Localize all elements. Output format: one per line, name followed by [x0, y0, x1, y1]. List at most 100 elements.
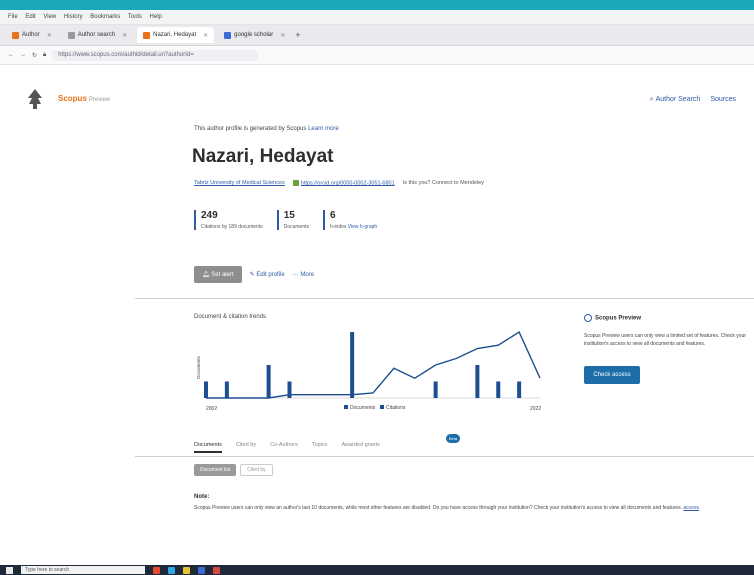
- documents-bar: [496, 381, 501, 398]
- menu-file[interactable]: File: [8, 14, 18, 20]
- menu-help[interactable]: Help: [150, 14, 162, 20]
- menu-bookmarks[interactable]: Bookmarks: [90, 14, 120, 20]
- profile-tabs: Documents Cited by Co-Authors Topics Awa…: [194, 442, 380, 453]
- app-icon[interactable]: [183, 566, 190, 574]
- link-label: Edit profile: [256, 272, 285, 278]
- orcid-icon: [292, 180, 299, 186]
- citations-line: [206, 330, 541, 399]
- forward-icon[interactable]: →: [20, 52, 26, 58]
- notice-text: This author profile is generated by Scop…: [194, 126, 307, 132]
- close-icon[interactable]: ✕: [203, 32, 208, 39]
- menu-tools[interactable]: Tools: [128, 14, 142, 20]
- tab-cited-by[interactable]: Cited by: [236, 442, 256, 453]
- lock-icon: 🔒︎: [43, 51, 47, 58]
- author-meta: Tabriz University of Medical Sciences ht…: [194, 180, 484, 186]
- menu-edit[interactable]: Edit: [25, 14, 35, 20]
- close-icon[interactable]: ✕: [122, 32, 127, 39]
- stat-label: Documents: [283, 224, 309, 230]
- tab-author-search[interactable]: Author search ✕: [62, 27, 133, 43]
- h-index-label: h-index: [330, 224, 347, 230]
- orcid-link[interactable]: https://orcid.org/0000-0002-3051-6801: [292, 180, 395, 187]
- sources-link[interactable]: Sources: [710, 96, 736, 104]
- scopus-icon: [12, 31, 19, 39]
- x-tick-end: 2022: [530, 406, 541, 412]
- pencil-icon: ✎: [249, 272, 255, 278]
- app-icon[interactable]: [153, 566, 160, 574]
- note-body: Scopus Preview users can only view an au…: [194, 504, 754, 513]
- edit-profile-link[interactable]: ✎ Edit profile: [250, 271, 285, 278]
- nav-label: Author Search: [655, 96, 701, 103]
- tab-author[interactable]: Author ✕: [6, 27, 58, 43]
- cited-by-toggle[interactable]: Cited by: [240, 464, 273, 476]
- note-heading: Note:: [194, 494, 210, 500]
- legend-documents-swatch: [344, 405, 348, 409]
- check-access-button[interactable]: Check access: [584, 366, 640, 384]
- beta-badge: Beta: [446, 434, 460, 443]
- tab-label: google scholar: [234, 32, 274, 38]
- tab-co-authors[interactable]: Co-Authors: [270, 442, 298, 453]
- documents-stat[interactable]: 15 Documents: [276, 210, 309, 230]
- tab-topics[interactable]: Topics: [312, 442, 328, 453]
- menu-history[interactable]: History: [64, 14, 83, 20]
- app-icon[interactable]: [198, 566, 205, 574]
- info-icon: [584, 314, 592, 322]
- tabs-divider: [135, 456, 754, 457]
- browser-window: File Edit View History Bookmarks Tools H…: [0, 10, 754, 565]
- citations-stat[interactable]: 249 Citations by 189 documents: [194, 210, 263, 230]
- x-tick-start: 2002: [206, 406, 217, 412]
- close-icon[interactable]: ✕: [47, 32, 52, 39]
- tab-strip: Author ✕ Author search ✕ Nazari, Hedayat…: [0, 25, 754, 46]
- learn-more-link[interactable]: Learn more: [308, 126, 339, 132]
- taskbar: Type here to search: [0, 565, 754, 575]
- h-graph-link[interactable]: View h-graph: [348, 224, 377, 230]
- tab-label: Nazari, Hedayat: [153, 32, 197, 38]
- trend-chart: 2002 2022 Documents Documents Citations: [196, 330, 541, 412]
- stat-label: Citations by 189 documents: [201, 224, 263, 230]
- back-icon[interactable]: ←: [8, 52, 14, 58]
- more-link[interactable]: ··· More: [293, 272, 314, 278]
- more-icon: ···: [292, 271, 299, 278]
- search-icon: ⌕: [649, 96, 654, 103]
- brand-name: Scopus: [58, 94, 87, 103]
- tab-awarded-grants[interactable]: Awarded grants: [341, 442, 379, 453]
- y-axis-label: Documents: [196, 355, 201, 379]
- stat-value: 6: [330, 210, 336, 221]
- access-link[interactable]: access: [683, 505, 699, 511]
- taskbar-search[interactable]: Type here to search: [21, 566, 145, 574]
- windows-start-icon[interactable]: [6, 566, 13, 574]
- preview-title: Scopus Preview: [584, 314, 641, 322]
- tab-documents[interactable]: Documents: [194, 442, 222, 453]
- stat-value: 249: [201, 210, 218, 221]
- profile-notice: This author profile is generated by Scop…: [194, 126, 339, 132]
- app-icon[interactable]: [168, 566, 175, 574]
- monitor-bezel: [0, 0, 754, 10]
- orcid-text: https://orcid.org/0000-0002-3051-6801: [300, 180, 395, 187]
- elsevier-logo[interactable]: [24, 86, 46, 112]
- documents-bar: [517, 381, 522, 398]
- legend-citations-swatch: [380, 405, 384, 409]
- stat-label: h-index View h-graph: [330, 224, 377, 230]
- app-icon[interactable]: [213, 566, 220, 574]
- reload-icon[interactable]: ↻: [32, 52, 37, 59]
- close-icon[interactable]: ✕: [280, 32, 285, 39]
- documents-bar: [433, 381, 438, 398]
- documents-bar: [475, 365, 480, 398]
- affiliation-link[interactable]: Tabriz University of Medical Sciences: [194, 180, 285, 186]
- metrics-overview: 249 Citations by 189 documents 15 Docume…: [194, 210, 377, 230]
- menu-view[interactable]: View: [43, 14, 56, 20]
- h-index-stat: 6 h-index View h-graph: [323, 210, 377, 230]
- new-tab-icon[interactable]: +: [295, 30, 300, 40]
- doc-icon: [67, 31, 75, 39]
- set-alert-button[interactable]: 🔔︎ Set alert: [194, 266, 242, 283]
- documents-bar: [204, 381, 208, 398]
- section-divider: [135, 298, 754, 299]
- tab-profile[interactable]: Nazari, Hedayat ✕: [137, 27, 215, 43]
- address-bar[interactable]: https://www.scopus.com/authid/detail.uri…: [52, 49, 259, 61]
- scopus-icon: [143, 31, 151, 39]
- tab-google[interactable]: google scholar ✕: [218, 27, 291, 43]
- document-list-toggle[interactable]: Document list: [194, 464, 237, 476]
- scopus-brand[interactable]: Scopus Preview: [58, 94, 110, 103]
- google-icon: [224, 31, 232, 39]
- author-search-link[interactable]: ⌕ Author Search: [650, 96, 701, 104]
- note-text: Scopus Preview users can only view an au…: [194, 505, 682, 511]
